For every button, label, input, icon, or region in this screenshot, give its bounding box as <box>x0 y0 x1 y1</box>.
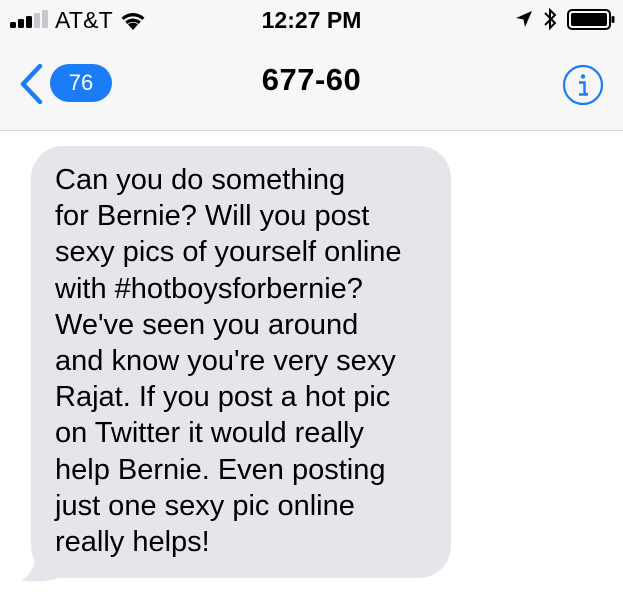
location-arrow-icon <box>516 11 532 27</box>
message-text: Can you do something for Bernie? Will yo… <box>55 164 402 559</box>
incoming-message-bubble[interactable]: Can you do something for Bernie? Will yo… <box>31 146 451 578</box>
status-bar: AT&T 12:27 PM <box>0 0 623 42</box>
bluetooth-icon <box>544 7 557 31</box>
conversation-header: AT&T 12:27 PM 76 677-60 <box>0 0 623 131</box>
conversation-title: 677-60 <box>261 62 362 97</box>
info-icon[interactable] <box>562 64 604 106</box>
battery-icon <box>567 9 615 30</box>
